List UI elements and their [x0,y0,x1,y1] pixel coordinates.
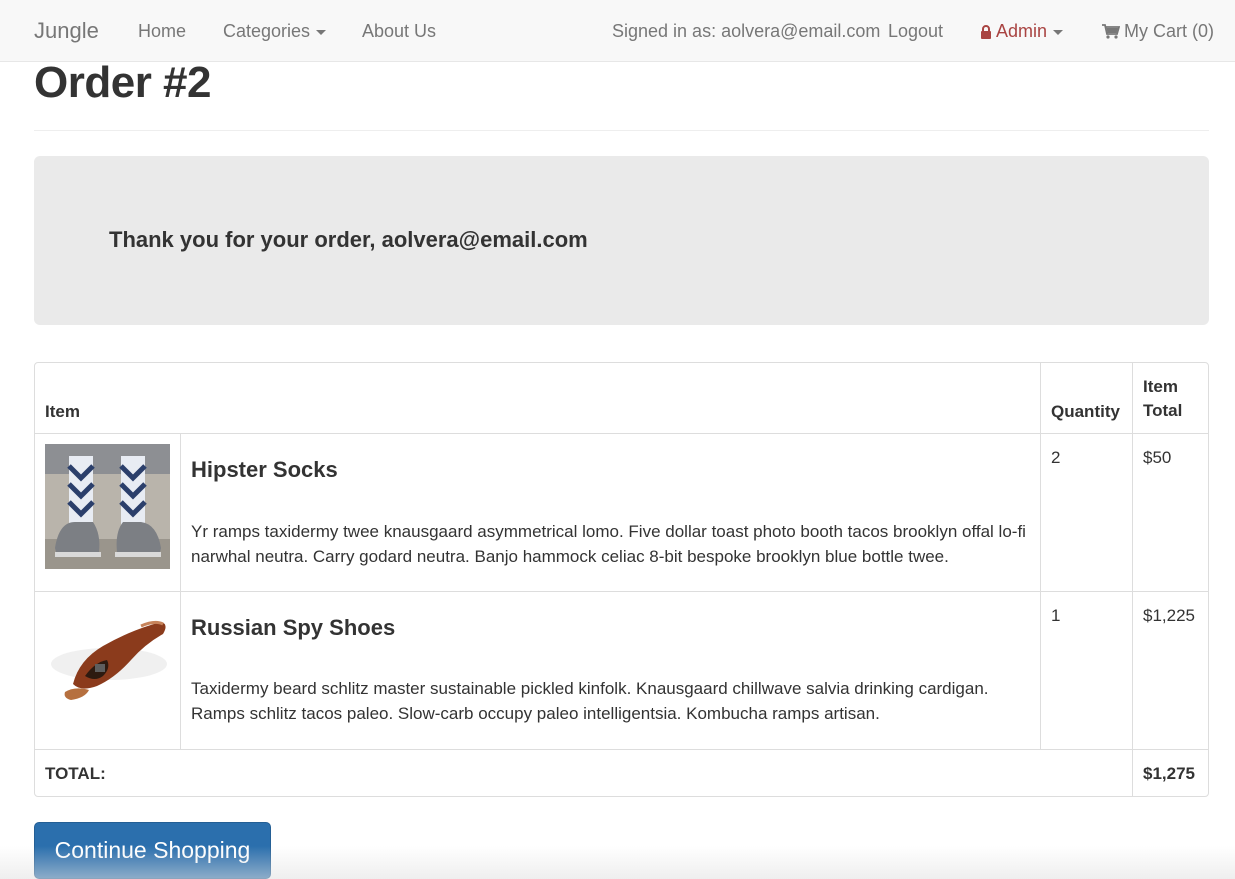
navbar: Jungle Home Categories About Us Signed i… [0,0,1235,62]
order-table: Item Quantity Item Total Hipster Socks Y… [34,362,1209,797]
nav-about-link[interactable]: About Us [362,0,436,62]
product-total: $50 [1143,448,1172,467]
product-name: Hipster Socks [191,457,338,482]
cart-icon [1102,2,1121,64]
continue-shopping-button[interactable]: Continue Shopping [34,822,271,879]
product-name: Russian Spy Shoes [191,615,396,640]
admin-label: Admin [996,21,1048,41]
title-divider [34,130,1209,131]
nav-categories-dropdown[interactable]: Categories [223,0,327,62]
thank-you-message: Thank you for your order, aolvera@email.… [109,227,588,252]
column-header-quantity: Quantity [1051,402,1120,421]
lock-icon [980,2,992,64]
product-quantity: 1 [1051,606,1061,625]
thank-you-panel: Thank you for your order, aolvera@email.… [34,156,1209,325]
product-image-russian-spy-shoes[interactable] [45,602,170,727]
column-header-item-total-line1: Item [1143,377,1178,396]
chevron-down-icon [1053,29,1064,35]
cart-link[interactable]: My Cart (0) [1102,0,1214,62]
column-header-item: Item [45,402,80,421]
admin-dropdown[interactable]: Admin [980,0,1064,64]
row-divider [35,591,1208,592]
signed-in-text: Signed in as: aolvera@email.com [612,21,881,41]
product-description: Taxidermy beard schlitz master sustainab… [191,679,989,723]
product-quantity: 2 [1051,448,1061,467]
nav-categories-label: Categories [223,21,311,41]
row-divider [35,749,1208,750]
logout-link[interactable]: Logout [888,0,943,62]
page-title: Order #2 [34,58,211,107]
column-divider [1040,363,1041,749]
chevron-down-icon [316,29,327,35]
product-description: Yr ramps taxidermy twee knausgaard asymm… [191,522,1026,566]
column-divider [1132,363,1133,796]
brand-link[interactable]: Jungle [34,0,99,62]
nav-home-link[interactable]: Home [138,0,186,62]
column-header-item-total: Item Total [1143,375,1182,423]
product-total: $1,225 [1143,606,1195,625]
order-total-label: TOTAL: [45,764,106,783]
row-divider [35,433,1208,434]
order-total-value: $1,275 [1143,764,1195,783]
column-divider [180,433,181,749]
column-header-item-total-line2: Total [1143,401,1183,420]
cart-label: My Cart (0) [1124,21,1214,41]
product-image-hipster-socks[interactable] [45,444,170,569]
